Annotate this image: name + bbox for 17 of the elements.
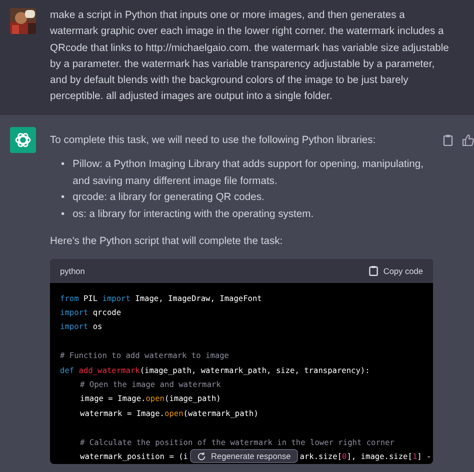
copy-code-button[interactable]: Copy code	[369, 266, 423, 276]
bullet-marker: •	[61, 208, 65, 222]
code-language: python	[60, 266, 85, 276]
refresh-icon	[196, 452, 206, 461]
bullet-marker: •	[61, 158, 65, 172]
thumbs-up-icon[interactable]	[462, 134, 474, 146]
clipboard-icon[interactable]	[442, 134, 454, 146]
assistant-avatar	[10, 127, 36, 153]
bullet-text: os: a library for interacting with the operating system.	[72, 208, 314, 222]
bullet-text: Pillow: a Python Imaging Library that adds support for opening, manipulating, and saving many different image file formats.	[72, 158, 424, 188]
user-message: make a script in Python that inputs one or more images, and then generates a watermark graphic over each image in the lower right corner. the watermark includes a QRcode that links to http://michaelgaio.com. the watermark has variable size adjustable by a parameter. the watermark has variable transparency adjustable by a parameter, and by default blends with the background colors of the image to be just barely perceptible. all adjusted images are output into a single folder.	[50, 9, 450, 104]
script-intro: Here's the Python script that will complete the task:	[50, 235, 284, 249]
assistant-intro: To complete this task, we will need to use the following Python libraries:	[50, 134, 377, 148]
bullet-text: qrcode: a library for generating QR codes.	[72, 191, 264, 205]
regenerate-response-button[interactable]: Regenerate response	[190, 449, 298, 464]
clipboard-icon	[369, 266, 378, 276]
bullet-marker: •	[61, 191, 65, 205]
